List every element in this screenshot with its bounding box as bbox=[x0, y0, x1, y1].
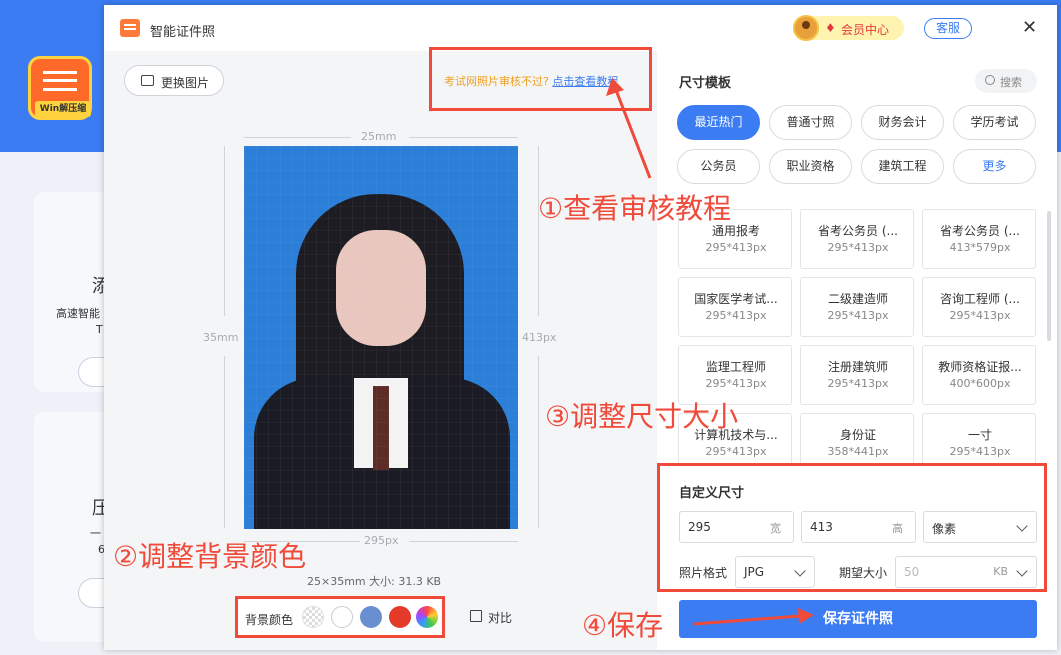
annotation-arrows bbox=[606, 78, 814, 626]
arrow-line bbox=[614, 89, 652, 179]
arrow-line bbox=[693, 614, 801, 626]
arrow-head bbox=[798, 608, 814, 624]
arrow-head bbox=[606, 78, 624, 96]
